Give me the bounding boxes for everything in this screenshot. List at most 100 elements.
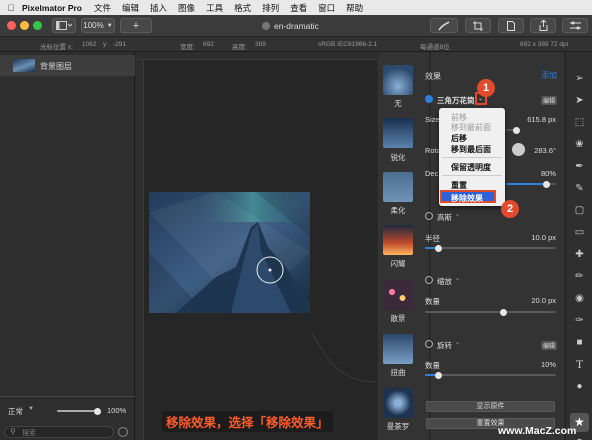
menu-item-remove-effect[interactable]: 移除效果 <box>440 190 496 203</box>
effect1-rotation-dial[interactable] <box>512 143 525 156</box>
effect-thumb-sharpen[interactable] <box>383 118 413 148</box>
app-menu[interactable]: Pixelmator Pro <box>22 3 82 13</box>
arrange-tool-icon[interactable]: ➢ <box>573 72 586 85</box>
effect-thumb-soften[interactable] <box>383 172 413 202</box>
canvas-area[interactable] <box>136 52 377 440</box>
effect-thumb-glow[interactable] <box>383 225 413 255</box>
effect4-edit-badge[interactable]: 编辑 <box>541 341 558 350</box>
eraser-tool-icon[interactable]: ▭ <box>573 226 586 239</box>
effect-thumb-bokeh[interactable] <box>383 280 413 310</box>
effect3-amount-slider[interactable] <box>425 308 556 316</box>
effect-thumb-none[interactable] <box>383 65 413 95</box>
effect2-radius-label: 半径 <box>425 234 440 243</box>
effect4-enable-checkbox[interactable] <box>425 340 433 348</box>
menu-format[interactable]: 格式 <box>234 2 251 14</box>
effect3-amount-value: 20.0 px <box>531 296 556 305</box>
zoom-select[interactable]: 100% ▼ <box>81 18 115 33</box>
menu-window[interactable]: 窗口 <box>318 2 335 14</box>
clear-search-icon[interactable] <box>118 427 128 437</box>
menu-view[interactable]: 查看 <box>290 2 307 14</box>
brush-tool-button[interactable] <box>430 18 458 33</box>
pointer-tool-icon[interactable]: ➤ <box>573 94 586 107</box>
color-adjust-icon[interactable]: ● <box>573 380 586 393</box>
effect1-size-slider[interactable] <box>506 126 520 134</box>
minimize-window-button[interactable] <box>20 21 29 30</box>
apple-icon[interactable]:  <box>0 3 22 13</box>
effect1-size-label: Size <box>425 115 440 124</box>
effect4-amount-slider[interactable] <box>425 371 556 379</box>
effect-label-soften: 柔化 <box>390 206 406 215</box>
effect1-edit-badge[interactable]: 编辑 <box>541 96 558 105</box>
effect-context-menu: 前移 移到最前面 后移 移到最后面 保留透明度 重置 移除效果 <box>439 108 505 206</box>
effect4-amount-knob[interactable] <box>434 371 442 379</box>
canvas-image[interactable] <box>136 52 377 440</box>
show-original-button[interactable]: 显示原件 <box>426 401 555 412</box>
chevron-down-icon[interactable]: ⌄ <box>455 275 460 282</box>
cursor-x: 1062 <box>82 41 97 48</box>
cursor-y: -291 <box>113 41 127 48</box>
effect-label-distort: 扭曲 <box>390 368 406 377</box>
effect1-decay-slider[interactable] <box>506 180 556 188</box>
chevron-down-icon[interactable]: ⌄ <box>455 339 460 346</box>
effect3-amount-knob[interactable] <box>500 308 508 316</box>
shape-tool-icon[interactable]: ■ <box>573 336 586 349</box>
effect1-enable-checkbox[interactable] <box>425 95 433 103</box>
close-window-button[interactable] <box>7 21 16 30</box>
menu-insert[interactable]: 插入 <box>150 2 167 14</box>
effect-thumb-mandala[interactable] <box>383 388 413 418</box>
layer-search-field[interactable]: ⚲ 搜索 <box>4 426 114 438</box>
effect2-radius-knob[interactable] <box>434 244 442 252</box>
menu-file[interactable]: 文件 <box>94 2 111 14</box>
menu-tools[interactable]: 工具 <box>206 2 223 14</box>
text-tool-icon[interactable]: T <box>573 358 586 371</box>
pen-tool-icon[interactable]: ✑ <box>573 314 586 327</box>
layer-name: 背景图层 <box>40 62 72 71</box>
menu-item-send-backward[interactable]: 后移 <box>451 133 467 144</box>
effect-thumb-distort[interactable] <box>383 334 413 364</box>
menu-help[interactable]: 帮助 <box>346 2 363 14</box>
sliders-icon <box>569 21 581 30</box>
menu-image[interactable]: 图像 <box>178 2 195 14</box>
lasso-tool-icon[interactable]: ❀ <box>573 138 586 151</box>
width-value: 692 <box>203 41 214 48</box>
chevron-down-icon[interactable]: ⌄ <box>455 211 460 218</box>
effect1-size-knob[interactable] <box>513 126 520 134</box>
menu-item-send-to-back[interactable]: 移到最后面 <box>451 144 491 155</box>
effect3-enable-checkbox[interactable] <box>425 276 433 284</box>
menu-item-bring-to-front[interactable]: 移到最前面 <box>451 122 491 133</box>
effect3-name: 缩放 <box>437 277 452 286</box>
effect2-enable-checkbox[interactable] <box>425 212 433 220</box>
add-layer-button[interactable]: + <box>120 18 152 33</box>
retouch-tool-icon[interactable]: ✚ <box>573 248 586 261</box>
share-button[interactable] <box>530 18 556 33</box>
blend-mode-select[interactable]: 正常 <box>8 406 23 417</box>
crop-tool-button[interactable] <box>465 18 491 33</box>
effect1-name: 三角万花筒 <box>437 96 475 105</box>
sidebar-icon <box>56 21 72 30</box>
add-effect-button[interactable]: 添加 <box>541 70 557 81</box>
zoom-window-button[interactable] <box>33 21 42 30</box>
menu-edit[interactable]: 编辑 <box>122 2 139 14</box>
menu-item-preserve-transparency[interactable]: 保留透明度 <box>451 162 491 173</box>
menu-separator <box>442 157 502 158</box>
clone-tool-icon[interactable]: ◉ <box>573 292 586 305</box>
paint-brush-icon[interactable]: ✎ <box>573 182 586 195</box>
opacity-slider-knob[interactable] <box>93 407 101 415</box>
sidebar-toggle-button[interactable] <box>52 18 76 33</box>
gradient-tool-icon[interactable]: ▢ <box>573 204 586 217</box>
layer-row[interactable]: 背景图层 <box>0 55 135 76</box>
selection-tool-icon[interactable]: ⬚ <box>573 116 586 129</box>
menu-arrange[interactable]: 排列 <box>262 2 279 14</box>
divider <box>0 396 135 397</box>
color-picker-icon[interactable]: ✒ <box>573 160 586 173</box>
watermark: www.MacZ.com <box>498 425 577 437</box>
cursor-label: 光标位置 x: <box>40 44 73 51</box>
adjustments-button[interactable] <box>562 18 588 33</box>
smudge-tool-icon[interactable]: ✏ <box>573 270 586 283</box>
effect1-decay-knob[interactable] <box>542 180 550 188</box>
effect2-radius-slider[interactable] <box>425 244 556 252</box>
remove-effect-label: 移除效果 <box>451 194 483 203</box>
opacity-slider[interactable] <box>57 407 101 415</box>
document-button[interactable] <box>498 18 524 33</box>
step-badge-2: 2 <box>501 200 519 218</box>
